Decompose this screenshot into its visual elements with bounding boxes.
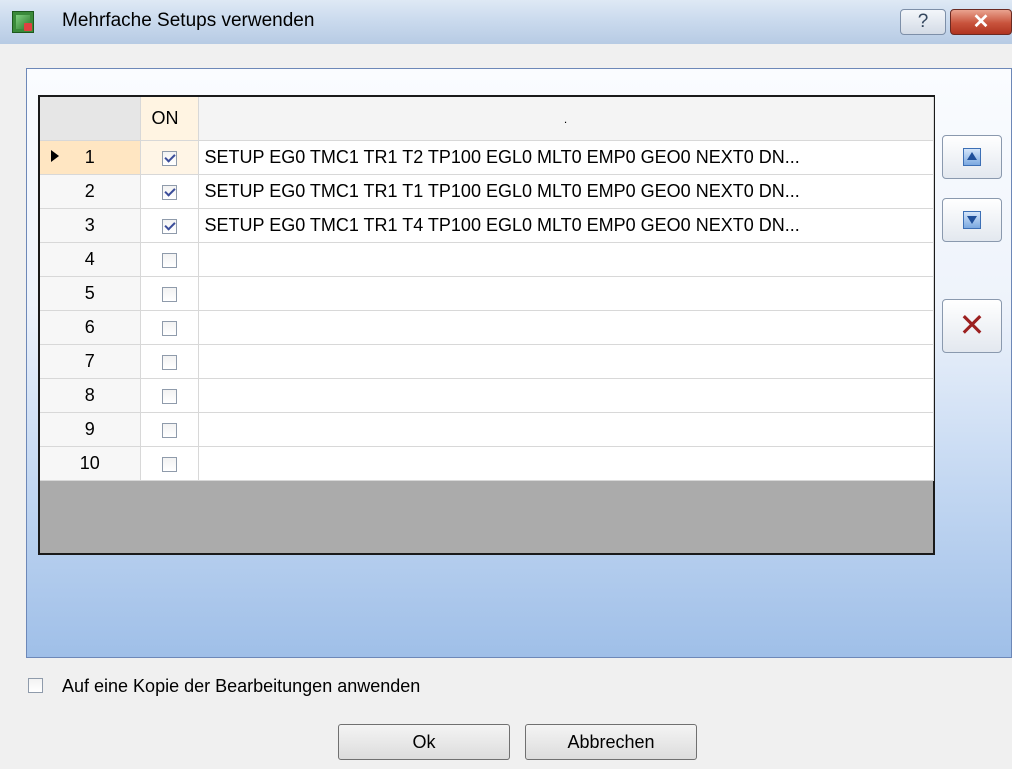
setups-grid: ON . 1 SETUP EG0 TMC1 TR1 T2 TP100 EGL0 M… [38, 95, 935, 555]
setup-description-cell[interactable]: SETUP EG0 TMC1 TR1 T2 TP100 EGL0 MLT0 EM… [198, 140, 934, 175]
row-number: 3 [84, 215, 95, 235]
row-number-cell[interactable]: 6 [40, 310, 141, 345]
on-cell [140, 378, 199, 413]
table-row[interactable]: 8 [40, 378, 934, 413]
move-up-button[interactable] [942, 135, 1002, 179]
on-cell [140, 208, 199, 243]
dialog-window: Mehrfache Setups verwenden ? ✕ ON . 1 SET… [0, 0, 1012, 769]
row-on-checkbox[interactable] [161, 456, 177, 472]
arrow-up-icon [963, 148, 981, 166]
on-cell [140, 412, 199, 447]
setup-description-cell[interactable] [198, 276, 934, 311]
row-number-cell[interactable]: 1 [40, 140, 141, 175]
row-number-cell[interactable]: 9 [40, 412, 141, 447]
row-on-checkbox[interactable] [161, 252, 177, 268]
apply-copy-checkbox[interactable] [28, 678, 43, 693]
apply-copy-label: Auf eine Kopie der Bearbeitungen anwende… [62, 676, 421, 696]
row-number-cell[interactable]: 5 [40, 276, 141, 311]
setup-description-cell[interactable] [198, 344, 934, 379]
row-number: 10 [79, 453, 100, 473]
on-cell [140, 174, 199, 209]
table-row[interactable]: 10 [40, 446, 934, 481]
table-row[interactable]: 6 [40, 310, 934, 345]
on-cell [140, 344, 199, 379]
help-button[interactable]: ? [900, 9, 946, 35]
table-row[interactable]: 7 [40, 344, 934, 379]
setup-description-cell[interactable] [198, 446, 934, 481]
cancel-button[interactable]: Abbrechen [525, 724, 697, 760]
on-cell [140, 276, 199, 311]
row-on-checkbox[interactable] [161, 422, 177, 438]
delete-x-icon: ✕ [958, 307, 986, 343]
arrow-down-icon [963, 211, 981, 229]
setup-description-cell[interactable] [198, 412, 934, 447]
setup-description-cell[interactable] [198, 378, 934, 413]
table-row[interactable]: 5 [40, 276, 934, 311]
row-on-checkbox[interactable] [161, 320, 177, 336]
title-bar: Mehrfache Setups verwenden ? ✕ [0, 0, 1012, 44]
row-number: 9 [84, 419, 95, 439]
row-number-cell[interactable]: 8 [40, 378, 141, 413]
row-on-checkbox[interactable] [161, 354, 177, 370]
on-cell [140, 140, 199, 175]
setup-description-cell[interactable]: SETUP EG0 TMC1 TR1 T4 TP100 EGL0 MLT0 EM… [198, 208, 934, 243]
setup-description-cell[interactable]: SETUP EG0 TMC1 TR1 T1 TP100 EGL0 MLT0 EM… [198, 174, 934, 209]
column-header-description[interactable]: . [198, 97, 934, 141]
row-number: 6 [84, 317, 95, 337]
row-number: 8 [84, 385, 95, 405]
setups-table: ON . 1 SETUP EG0 TMC1 TR1 T2 TP100 EGL0 M… [40, 97, 934, 481]
grid-corner-cell[interactable] [40, 97, 141, 141]
table-row[interactable]: 9 [40, 412, 934, 447]
close-button[interactable]: ✕ [950, 9, 1012, 35]
app-icon [12, 11, 34, 33]
row-number-cell[interactable]: 2 [40, 174, 141, 209]
row-number-cell[interactable]: 4 [40, 242, 141, 277]
row-on-checkbox[interactable] [161, 150, 177, 166]
ok-button[interactable]: Ok [338, 724, 510, 760]
delete-button[interactable]: ✕ [942, 299, 1002, 353]
table-row[interactable]: 3 SETUP EG0 TMC1 TR1 T4 TP100 EGL0 MLT0 E… [40, 208, 934, 243]
setup-description-cell[interactable] [198, 242, 934, 277]
dialog-title: Mehrfache Setups verwenden [62, 10, 315, 31]
row-on-checkbox[interactable] [161, 184, 177, 200]
row-on-checkbox[interactable] [161, 388, 177, 404]
current-row-arrow-icon [51, 150, 59, 162]
row-number-cell[interactable]: 3 [40, 208, 141, 243]
on-cell [140, 310, 199, 345]
table-row[interactable]: 1 SETUP EG0 TMC1 TR1 T2 TP100 EGL0 MLT0 E… [40, 140, 934, 175]
row-on-checkbox[interactable] [161, 218, 177, 234]
setup-description-cell[interactable] [198, 310, 934, 345]
row-number: 2 [84, 181, 95, 201]
column-header-on[interactable]: ON [140, 97, 199, 141]
row-number-cell[interactable]: 10 [40, 446, 141, 481]
on-cell [140, 446, 199, 481]
table-row[interactable]: 4 [40, 242, 934, 277]
row-number-cell[interactable]: 7 [40, 344, 141, 379]
row-on-checkbox[interactable] [161, 286, 177, 302]
move-down-button[interactable] [942, 198, 1002, 242]
row-number: 7 [84, 351, 95, 371]
table-row[interactable]: 2 SETUP EG0 TMC1 TR1 T1 TP100 EGL0 MLT0 E… [40, 174, 934, 209]
grid-header-row: ON . [40, 97, 934, 141]
row-number: 1 [84, 147, 95, 167]
row-number: 5 [84, 283, 95, 303]
row-number: 4 [84, 249, 95, 269]
on-cell [140, 242, 199, 277]
